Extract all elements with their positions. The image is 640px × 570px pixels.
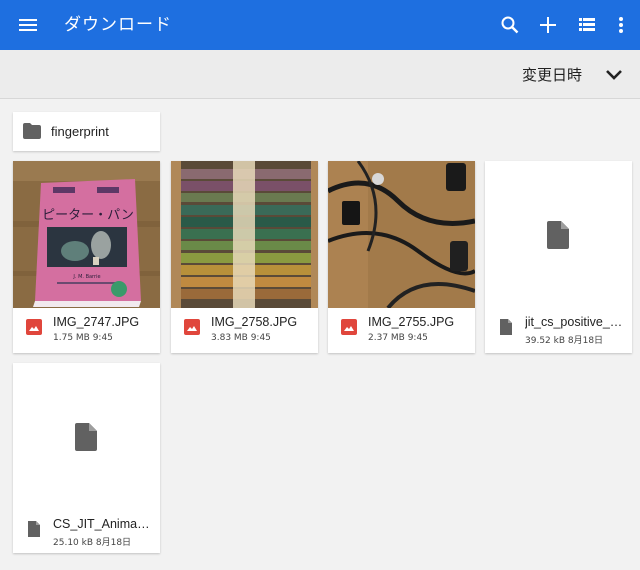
folder-name: fingerprint	[51, 124, 109, 139]
sort-label[interactable]: 変更日時	[522, 64, 582, 85]
folder-item[interactable]: fingerprint	[13, 112, 160, 151]
image-icon	[341, 319, 357, 335]
file-icon	[28, 521, 40, 537]
file-meta: 2.37 MB 9:45	[368, 333, 428, 343]
app-bar: ダウンロード	[0, 0, 640, 50]
menu-icon[interactable]	[16, 13, 40, 37]
file-icon	[500, 319, 512, 335]
image-icon	[26, 319, 42, 335]
file-card[interactable]: jit_cs_positive_… 39.52 kB 8月18日	[485, 161, 632, 353]
file-name: CS_JIT_Animat…	[53, 517, 153, 531]
file-meta: 39.52 kB 8月18日	[525, 336, 604, 346]
file-name: IMG_2758.JPG	[211, 315, 298, 329]
document-icon	[547, 221, 569, 249]
search-icon[interactable]	[498, 13, 522, 37]
add-icon[interactable]	[536, 13, 560, 37]
file-meta: 25.10 kB 8月18日	[53, 538, 132, 548]
file-card[interactable]: CS_JIT_Animat… 25.10 kB 8月18日	[13, 363, 160, 553]
document-icon	[75, 423, 97, 451]
chevron-down-icon[interactable]	[602, 62, 626, 86]
image-thumbnail	[328, 161, 475, 308]
list-view-icon[interactable]	[575, 13, 599, 37]
file-meta: 3.83 MB 9:45	[211, 333, 271, 343]
file-name: IMG_2747.JPG	[53, 315, 140, 329]
image-thumbnail	[171, 161, 318, 308]
book-author: J. M. Barrie	[72, 274, 100, 280]
file-card[interactable]: IMG_2755.JPG 2.37 MB 9:45	[328, 161, 475, 353]
file-card[interactable]: ピーター・パン J. M. Barrie IMG_2747.JPG 1.75 M…	[13, 161, 160, 353]
image-thumbnail: ピーター・パン J. M. Barrie	[13, 161, 160, 308]
folder-icon	[23, 123, 41, 139]
file-meta: 1.75 MB 9:45	[53, 333, 113, 343]
page-title: ダウンロード	[64, 15, 172, 35]
file-name: jit_cs_positive_…	[525, 315, 623, 329]
image-icon	[184, 319, 200, 335]
file-card[interactable]: IMG_2758.JPG 3.83 MB 9:45	[171, 161, 318, 353]
sort-bar: 変更日時	[0, 50, 640, 99]
book-title: ピーター・パン	[42, 208, 134, 223]
file-name: IMG_2755.JPG	[368, 315, 455, 329]
more-vert-icon[interactable]	[609, 13, 633, 37]
